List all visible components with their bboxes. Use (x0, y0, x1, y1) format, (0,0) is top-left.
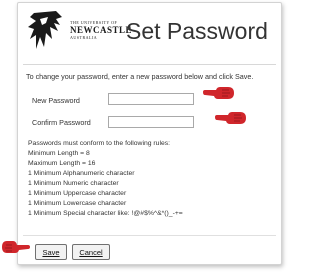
buttons-divider (23, 235, 276, 236)
rule-item: 1 Minimum Numeric character (28, 180, 119, 187)
header-divider (23, 64, 276, 65)
set-password-dialog: THE UNIVERSITY OF NEWCASTLE AUSTRALIA Se… (17, 2, 282, 265)
red-pointing-hand-icon (203, 87, 234, 99)
new-password-label: New Password (32, 96, 80, 105)
rule-item: 1 Minimum Lowercase character (28, 200, 127, 207)
confirm-password-label: Confirm Password (32, 118, 91, 127)
red-pointing-hand-icon (2, 241, 30, 253)
intro-text: To change your password, enter a new pas… (26, 72, 254, 81)
save-button[interactable]: Save (35, 244, 67, 260)
red-pointing-hand-icon (215, 112, 246, 124)
new-password-input[interactable] (108, 93, 194, 105)
confirm-password-input[interactable] (108, 116, 194, 128)
logo-line-newcastle: NEWCASTLE (70, 25, 133, 35)
rules-heading: Passwords must conform to the following … (28, 140, 171, 147)
password-rules: Passwords must conform to the following … (28, 139, 183, 219)
rule-item: Maximum Length = 16 (28, 160, 96, 167)
rule-item: 1 Minimum Alphanumeric character (28, 170, 135, 177)
rule-item: 1 Minimum Special character like: !@#$%^… (28, 210, 183, 217)
cancel-button[interactable]: Cancel (72, 244, 110, 260)
logo-line-australia: AUSTRALIA (70, 35, 98, 40)
rule-item: 1 Minimum Uppercase character (28, 190, 127, 197)
newcastle-seahorse-logo-icon (28, 11, 62, 49)
header: THE UNIVERSITY OF NEWCASTLE AUSTRALIA Se… (18, 3, 281, 59)
rule-item: Minimum Length = 8 (28, 150, 90, 157)
page-title: Set Password (126, 18, 268, 44)
university-logo-text: THE UNIVERSITY OF NEWCASTLE AUSTRALIA (70, 21, 133, 40)
